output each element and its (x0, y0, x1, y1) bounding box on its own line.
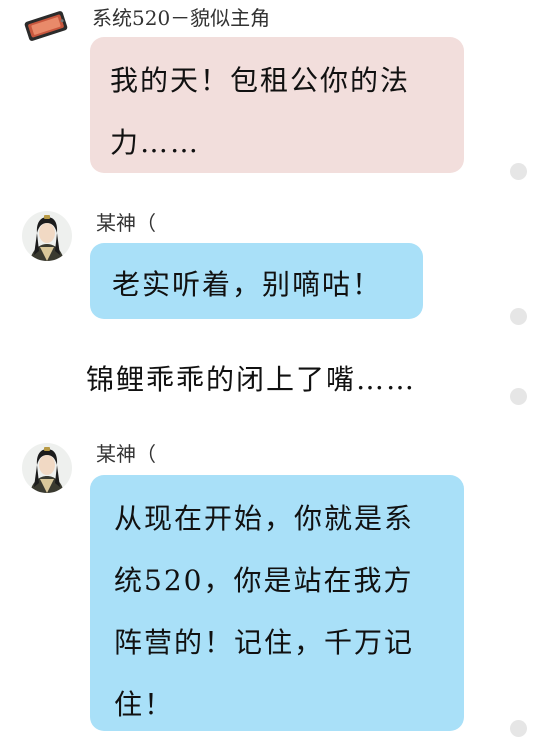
character-portrait-icon (22, 211, 72, 261)
message-text: 从现在开始，你就是系 (114, 502, 415, 535)
message-text: 阵营的！记住，千万记 (114, 626, 415, 659)
side-dot (510, 163, 527, 180)
message-bubble[interactable]: 老实听着，别嘀咕！ (90, 243, 423, 319)
message-text: 老实听着，别嘀咕！ (112, 268, 383, 301)
side-dot (510, 388, 527, 405)
side-dot (510, 720, 527, 737)
avatar-system[interactable] (20, 6, 72, 46)
narration-text: 锦鲤乖乖的闭上了嘴…… (86, 363, 417, 396)
message-bubble[interactable]: 从现在开始，你就是系 统520，你是站在我方 阵营的！记住，千万记 住！ (90, 475, 464, 731)
message-bubble[interactable]: 我的天！包租公你的法 力…… (90, 37, 464, 173)
message-text: 力…… (110, 126, 201, 159)
avatar[interactable] (22, 443, 72, 493)
character-portrait-icon (22, 443, 72, 493)
message-text: 住！ (114, 688, 175, 721)
side-dot (510, 308, 527, 325)
sender-name: 系统520－貌似主角 (92, 6, 271, 30)
system-device-icon (24, 11, 68, 41)
message-text: 统520，你是站在我方 (114, 564, 414, 597)
sender-name: 某神（ (96, 442, 156, 466)
avatar[interactable] (22, 211, 72, 261)
sender-name: 某神（ (96, 211, 156, 235)
message-text: 我的天！包租公你的法 (110, 64, 411, 97)
